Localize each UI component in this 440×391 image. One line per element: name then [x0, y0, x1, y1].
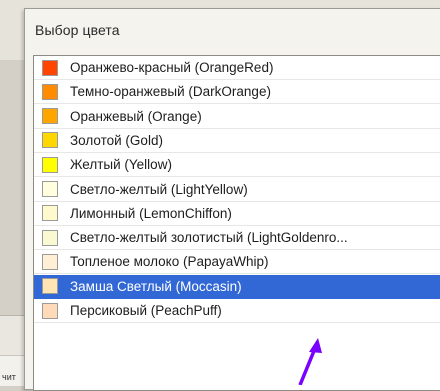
color-swatch-icon [42, 278, 58, 295]
color-item-label: Светло-желтый золотистый (LightGoldenro.… [70, 230, 348, 246]
background-text-fragment: чит [2, 372, 16, 382]
color-list-item[interactable]: Замша Светлый (Moccasin) [34, 274, 440, 299]
color-list-item[interactable]: Персиковый (PeachPuff) [34, 299, 440, 323]
color-picker-dialog: Выбор цвета Оранжево-красный (OrangeRed)… [24, 8, 440, 391]
color-list-item[interactable]: Оранжево-красный (OrangeRed) [34, 56, 440, 80]
color-list-item[interactable]: Оранжевый (Orange) [34, 105, 440, 129]
color-swatch-icon [42, 108, 58, 125]
color-swatch-icon [42, 205, 58, 222]
color-list-item[interactable]: Топленое молоко (PapayaWhip) [34, 250, 440, 275]
dialog-title: Выбор цвета [35, 22, 120, 38]
color-list-item[interactable]: Темно-оранжевый (DarkOrange) [34, 80, 440, 105]
color-swatch-icon [42, 181, 58, 197]
color-swatch-icon [42, 302, 58, 319]
color-swatch-icon [42, 253, 58, 270]
color-list-item[interactable]: Светло-желтый золотистый (LightGoldenro.… [34, 226, 440, 251]
color-item-label: Оранжевый (Orange) [70, 108, 202, 124]
color-list-item[interactable]: Светло-желтый (LightYellow) [34, 178, 440, 202]
color-list-item[interactable]: Лимонный (LemonChiffon) [34, 202, 440, 226]
color-item-label: Персиковый (PeachPuff) [70, 303, 222, 318]
color-item-label: Желтый (Yellow) [70, 157, 172, 173]
color-item-label: Лимонный (LemonChiffon) [70, 205, 232, 221]
color-item-label: Оранжево-красный (OrangeRed) [70, 60, 274, 75]
color-item-label: Замша Светлый (Moccasin) [70, 278, 242, 294]
color-list-item[interactable]: Желтый (Yellow) [34, 153, 440, 178]
color-item-label: Светло-желтый (LightYellow) [70, 181, 248, 197]
color-swatch-icon [42, 83, 58, 100]
color-swatch-icon [42, 59, 58, 76]
color-swatch-icon [42, 229, 58, 246]
color-item-label: Топленое молоко (PapayaWhip) [70, 254, 269, 270]
color-list[interactable]: Оранжево-красный (OrangeRed) Темно-оранже… [33, 55, 440, 391]
color-swatch-icon [42, 132, 58, 149]
color-list-item[interactable]: Золотой (Gold) [34, 129, 440, 153]
color-item-label: Золотой (Gold) [70, 132, 163, 148]
color-swatch-icon [42, 156, 58, 173]
background-panel [0, 315, 24, 356]
color-item-label: Темно-оранжевый (DarkOrange) [70, 84, 271, 100]
